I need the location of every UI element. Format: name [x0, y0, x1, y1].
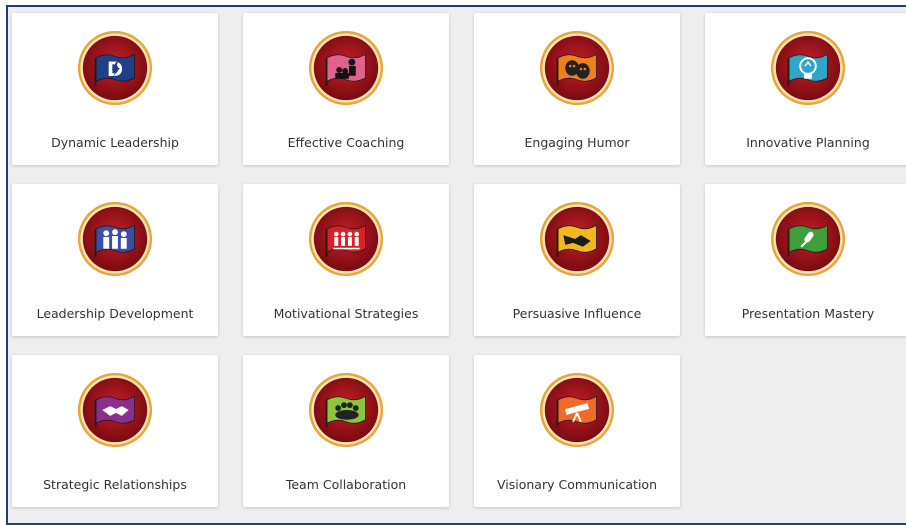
badge-card-strategic-relationships[interactable]: Strategic Relationships	[12, 355, 218, 507]
badge-card-label: Effective Coaching	[287, 135, 405, 150]
badge-card-label: Presentation Mastery	[741, 306, 875, 321]
lightbulb-icon	[770, 30, 846, 106]
theater-masks-icon	[539, 30, 615, 106]
team-huddle-icon	[308, 372, 384, 448]
handshake-icon	[77, 372, 153, 448]
badge-card-dynamic-leadership[interactable]: D Dynamic Leadership	[12, 13, 218, 165]
badge-card-label: Team Collaboration	[285, 477, 407, 492]
badge-card-label: Dynamic Leadership	[51, 135, 179, 150]
badge-card-persuasive-influence[interactable]: Persuasive Influence	[474, 184, 680, 336]
badge-card-label: Engaging Humor	[524, 135, 630, 150]
badge-card-presentation-mastery[interactable]: Presentation Mastery	[705, 184, 906, 336]
badge-card-visionary-communication[interactable]: Visionary Communication	[474, 355, 680, 507]
handshake-reach-icon	[539, 201, 615, 277]
microphone-icon	[770, 201, 846, 277]
badge-card-innovative-planning[interactable]: Innovative Planning	[705, 13, 906, 165]
badge-gallery-frame: D Dynamic Leadership Effective Coaching Eng…	[6, 5, 906, 525]
team-figures-icon	[308, 201, 384, 277]
people-group-icon	[77, 201, 153, 277]
badge-card-motivational-strategies[interactable]: Motivational Strategies	[243, 184, 449, 336]
lightning-d-icon: D	[77, 30, 153, 106]
badge-card-label: Strategic Relationships	[43, 477, 187, 492]
badge-card-label: Persuasive Influence	[512, 306, 642, 321]
badge-card-leadership-development[interactable]: Leadership Development	[12, 184, 218, 336]
coaching-audience-icon	[308, 30, 384, 106]
badge-card-label: Innovative Planning	[746, 135, 870, 150]
telescope-icon	[539, 372, 615, 448]
badge-card-label: Visionary Communication	[497, 477, 657, 492]
badge-card-team-collaboration[interactable]: Team Collaboration	[243, 355, 449, 507]
badge-card-label: Leadership Development	[36, 306, 194, 321]
badge-card-effective-coaching[interactable]: Effective Coaching	[243, 13, 449, 165]
badge-card-label: Motivational Strategies	[273, 306, 419, 321]
badge-card-engaging-humor[interactable]: Engaging Humor	[474, 13, 680, 165]
